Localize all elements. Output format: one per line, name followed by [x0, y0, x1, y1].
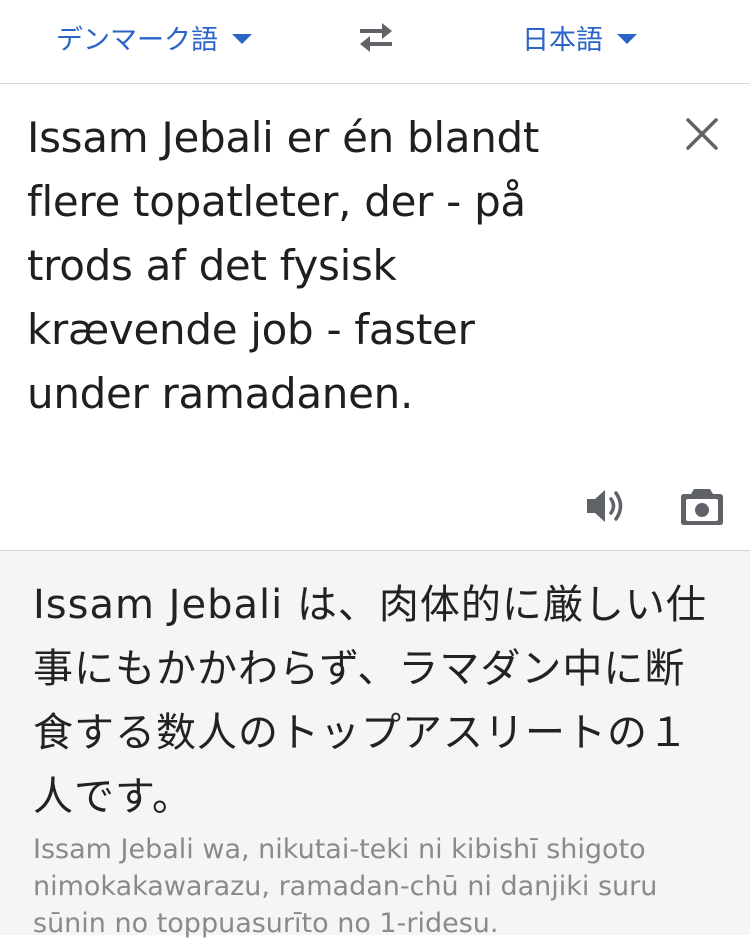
- source-language-selector[interactable]: デンマーク語: [56, 17, 252, 57]
- target-language-selector[interactable]: 日本語: [522, 17, 637, 57]
- translation-output-panel: Issam Jebali は、肉体的に厳しい仕事にもかかわらず、ラマダン中に断食…: [0, 551, 750, 939]
- swap-arrows-icon[interactable]: [354, 20, 398, 54]
- source-language-label: デンマーク語: [56, 24, 218, 56]
- translated-text: Issam Jebali は、肉体的に厳しい仕事にもかかわらず、ラマダン中に断食…: [33, 582, 707, 820]
- close-icon[interactable]: [684, 116, 720, 152]
- target-language-label: 日本語: [522, 24, 603, 56]
- chevron-down-icon: [617, 34, 637, 44]
- speaker-icon[interactable]: [584, 484, 628, 528]
- romanization-text: Issam Jebali wa, nikutai-teki ni kibishī…: [33, 834, 658, 939]
- source-input-panel: Issam Jebali er én blandt flere topatlet…: [0, 84, 750, 551]
- language-bar: デンマーク語 日本語: [0, 0, 750, 84]
- source-text-input[interactable]: Issam Jebali er én blandt flere topatlet…: [27, 106, 587, 426]
- chevron-down-icon: [232, 34, 252, 44]
- camera-icon[interactable]: [679, 485, 725, 527]
